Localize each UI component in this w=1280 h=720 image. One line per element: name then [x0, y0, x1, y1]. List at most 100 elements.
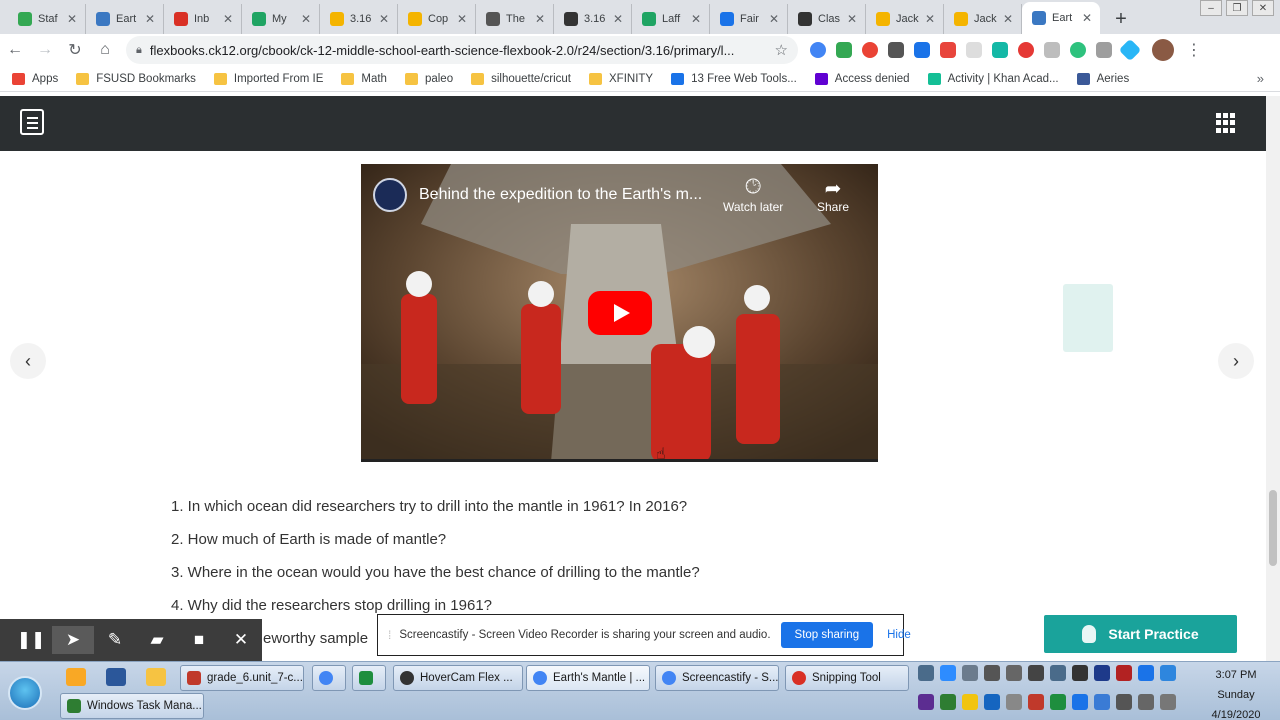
close-toolbar-icon[interactable]: ✕ [220, 630, 262, 650]
bookmark-item[interactable]: silhouette/cricut [471, 72, 571, 85]
bookmark-item[interactable]: Access denied [814, 72, 910, 85]
apps-grid-icon[interactable] [1216, 113, 1236, 133]
extension-icon[interactable] [992, 42, 1008, 58]
browser-tab[interactable]: Laff ✕ [632, 4, 710, 34]
taskbar-pdf[interactable]: grade_6.unit_7-c... [180, 665, 304, 691]
taskbar-hovercam[interactable]: HoverCam Flex ... [393, 665, 523, 691]
tray-icon[interactable] [1006, 665, 1022, 681]
start-button[interactable] [8, 676, 42, 710]
tray-icon[interactable] [1160, 694, 1176, 710]
tray-icon[interactable] [1028, 694, 1044, 710]
browser-tab[interactable]: Staf ✕ [8, 4, 86, 34]
browser-tab[interactable]: Jack ✕ [866, 4, 944, 34]
browser-tab[interactable]: Jack ✕ [944, 4, 1022, 34]
tray-icon[interactable] [1050, 694, 1066, 710]
taskbar-task-manager[interactable]: Windows Task Mana... [60, 693, 204, 719]
browser-tab[interactable]: 3.16 ✕ [554, 4, 632, 34]
browser-tab[interactable]: 3.16 ✕ [320, 4, 398, 34]
home-icon[interactable]: ⌂ [90, 41, 120, 59]
new-tab-button[interactable]: + [1106, 4, 1136, 34]
close-tab-icon[interactable]: ✕ [455, 12, 469, 26]
taskbar-snipping-tool[interactable]: Snipping Tool [785, 665, 909, 691]
close-tab-icon[interactable]: ✕ [767, 12, 781, 26]
extension-icon[interactable] [966, 42, 982, 58]
channel-logo[interactable] [373, 178, 407, 212]
restore-icon[interactable]: ❐ [1226, 0, 1248, 16]
close-tab-icon[interactable]: ✕ [689, 12, 703, 26]
tray-icon[interactable] [918, 665, 934, 681]
close-tab-icon[interactable]: ✕ [143, 12, 157, 26]
extension-icon[interactable] [836, 42, 852, 58]
tray-icon[interactable] [1116, 694, 1132, 710]
tray-icon[interactable] [962, 694, 978, 710]
share-button[interactable]: ➦ Share [817, 176, 849, 214]
taskbar-screencastify[interactable]: Screencastify - S... [655, 665, 779, 691]
extension-icon[interactable] [1096, 42, 1112, 58]
profile-avatar[interactable] [1152, 39, 1174, 61]
stop-sharing-button[interactable]: Stop sharing [780, 622, 874, 648]
next-arrow-icon[interactable]: › [1218, 343, 1254, 379]
bookmark-item[interactable]: Aeries [1076, 72, 1129, 85]
close-tab-icon[interactable]: ✕ [845, 12, 859, 26]
taskbar-chrome[interactable] [312, 665, 346, 691]
extension-icon[interactable] [862, 42, 878, 58]
bookmark-item[interactable]: FSUSD Bookmarks [76, 72, 196, 85]
close-tab-icon[interactable]: ✕ [923, 12, 937, 26]
extension-icon[interactable] [1070, 42, 1086, 58]
browser-tab[interactable]: Cop ✕ [398, 4, 476, 34]
hide-button[interactable]: Hide [887, 629, 911, 641]
tray-icon[interactable] [940, 665, 956, 681]
start-practice-button[interactable]: Start Practice [1044, 615, 1237, 653]
tray-icon[interactable] [1072, 694, 1088, 710]
taskbar-app[interactable] [352, 665, 386, 691]
tray-icon[interactable] [1138, 694, 1154, 710]
more-bookmarks-icon[interactable]: » [1257, 71, 1264, 86]
tray-icon[interactable] [1094, 694, 1110, 710]
browser-tab[interactable]: The ✕ [476, 4, 554, 34]
video-player[interactable]: Behind the expedition to the Earth's m..… [361, 164, 878, 462]
tray-icon[interactable] [940, 694, 956, 710]
drag-handle-icon[interactable]: ⁞ [388, 628, 391, 642]
word-icon[interactable] [106, 668, 126, 686]
tray-icon[interactable] [984, 694, 1000, 710]
scrollbar-thumb[interactable] [1269, 490, 1277, 566]
close-tab-icon[interactable]: ✕ [377, 12, 391, 26]
tray-icon[interactable] [962, 665, 978, 681]
extension-icon[interactable] [888, 42, 904, 58]
tray-icon[interactable] [1028, 665, 1044, 681]
extension-icon[interactable] [914, 42, 930, 58]
close-tab-icon[interactable]: ✕ [65, 12, 79, 26]
close-tab-icon[interactable]: ✕ [299, 12, 313, 26]
bookmark-item[interactable]: XFINITY [589, 72, 653, 85]
video-title[interactable]: Behind the expedition to the Earth's m..… [419, 186, 702, 204]
forward-icon[interactable]: → [30, 41, 60, 59]
bookmark-item[interactable]: 13 Free Web Tools... [671, 72, 797, 85]
close-tab-icon[interactable]: ✕ [611, 12, 625, 26]
extension-icon[interactable] [1044, 42, 1060, 58]
camera-icon[interactable]: ■ [178, 630, 220, 650]
watch-later-button[interactable]: 🕑︎ Watch later [723, 176, 783, 214]
bookmark-item[interactable]: Apps [12, 72, 58, 85]
tray-icon[interactable] [1006, 694, 1022, 710]
clock[interactable]: 3:07 PM Sunday 4/19/2020 [1196, 665, 1276, 720]
tray-icon[interactable] [1072, 665, 1088, 681]
tray-icon[interactable] [1094, 665, 1110, 681]
browser-tab[interactable]: Eart ✕ [1022, 2, 1100, 34]
address-bar[interactable]: 🔒︎ flexbooks.ck12.org/cbook/ck-12-middle… [126, 36, 798, 64]
bookmark-item[interactable]: paleo [404, 72, 453, 85]
close-tab-icon[interactable]: ✕ [221, 12, 235, 26]
tray-icon[interactable] [1050, 665, 1066, 681]
extension-icon[interactable] [810, 42, 826, 58]
extension-icon[interactable] [1118, 38, 1142, 62]
pointer-icon[interactable]: ➤ [52, 626, 94, 654]
play-button[interactable] [588, 291, 652, 335]
menu-kebab-icon[interactable]: ⋮ [1186, 40, 1202, 60]
tray-icon[interactable] [984, 665, 1000, 681]
close-window-icon[interactable]: ✕ [1252, 0, 1274, 16]
reload-icon[interactable]: ↻ [60, 40, 90, 60]
url-text[interactable]: flexbooks.ck12.org/cbook/ck-12-middle-sc… [150, 43, 775, 58]
tray-icon[interactable] [1138, 665, 1154, 681]
bookmark-item[interactable]: Activity | Khan Acad... [927, 72, 1059, 85]
browser-tab[interactable]: Inb ✕ [164, 4, 242, 34]
close-tab-icon[interactable]: ✕ [1001, 12, 1015, 26]
